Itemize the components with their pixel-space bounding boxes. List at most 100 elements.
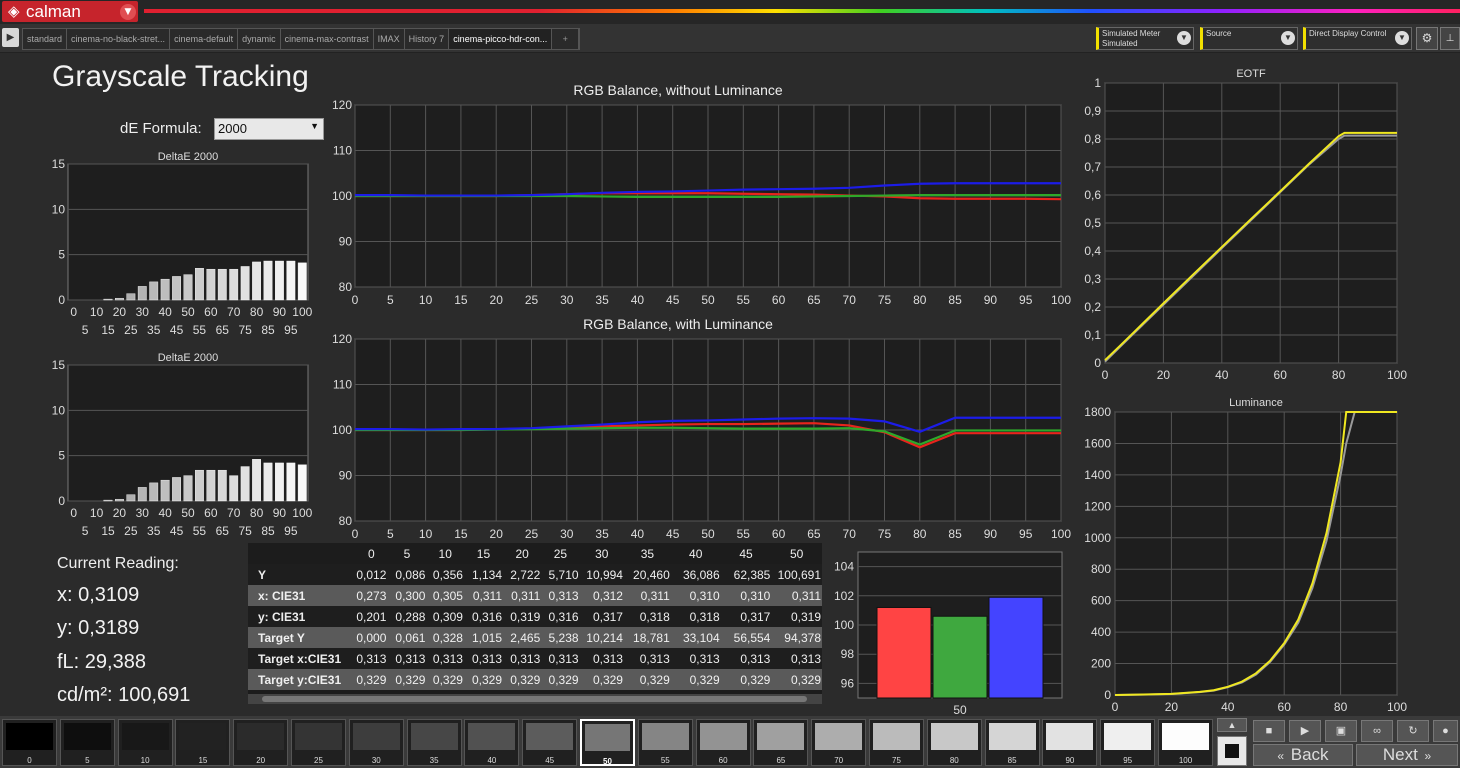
- swatch-60[interactable]: 60: [695, 719, 751, 766]
- gear-icon[interactable]: ⚙: [1416, 27, 1438, 50]
- swatch-label: 55: [660, 756, 670, 765]
- chevron-down-icon[interactable]: ▼: [1395, 31, 1409, 45]
- deltae-bar: [286, 462, 296, 502]
- tab-1[interactable]: cinema-no-black-stret...: [67, 29, 171, 49]
- next-button[interactable]: Next »: [1356, 744, 1458, 766]
- swatch-0[interactable]: 0: [2, 719, 57, 766]
- x-tick-label: 50: [181, 305, 195, 319]
- table-cell: 0,313: [463, 648, 503, 669]
- column-header: 15: [463, 543, 503, 564]
- deltae-bar: [240, 466, 250, 502]
- swatch-55[interactable]: 55: [637, 719, 693, 766]
- display-control-selector[interactable]: Direct Display Control ▼: [1303, 27, 1412, 50]
- record-icon[interactable]: ●: [1433, 720, 1458, 742]
- tab-0[interactable]: standard: [23, 29, 68, 49]
- table-cell: 18,781: [623, 627, 671, 648]
- table-row: y: CIE31 0,201 0,288 0,309 0,316 0,319 0,316 0,…: [248, 606, 822, 627]
- swatch-95[interactable]: 95: [1100, 719, 1156, 766]
- tab-7[interactable]: cinema-picco-hdr-con...: [449, 29, 553, 49]
- calman-logo-menu[interactable]: ◈ calman ▼: [2, 1, 138, 22]
- de-formula-label: dE Formula:: [120, 120, 202, 137]
- tab-scroll-arrow-icon[interactable]: ▶: [2, 28, 19, 47]
- measurement-grid: 0 5 10 15 20 25 30 35 40 45 50 Y 0,012 0,086 0,356 1,13…: [248, 543, 822, 690]
- table-scrollbar-thumb[interactable]: [262, 696, 807, 702]
- swatch-label: 95: [1123, 756, 1133, 765]
- x-tick-label: 80: [1332, 368, 1346, 382]
- loop-icon[interactable]: ∞: [1361, 720, 1393, 742]
- swatch-label: 50: [603, 757, 612, 766]
- swatch-label: 80: [949, 756, 959, 765]
- swatch-45[interactable]: 45: [522, 719, 578, 766]
- swatch-20[interactable]: 20: [233, 719, 289, 766]
- table-cell: 36,086: [670, 564, 721, 585]
- pin-icon[interactable]: ⊥: [1440, 27, 1460, 50]
- swatch-30[interactable]: 30: [348, 719, 404, 766]
- source-selector[interactable]: Source ▼: [1200, 27, 1298, 50]
- back-button[interactable]: « Back: [1253, 744, 1353, 766]
- tab-6[interactable]: History 7: [405, 29, 450, 49]
- x-tick-label: 75: [878, 293, 892, 307]
- tab-4[interactable]: cinema-max-contrast: [281, 29, 374, 49]
- swatch-80[interactable]: 80: [926, 719, 982, 766]
- de-formula-value: 2000: [218, 121, 247, 136]
- swatch-100[interactable]: 100: [1158, 719, 1213, 766]
- table-cell: 100,691: [771, 564, 822, 585]
- swatch-5[interactable]: 5: [59, 719, 115, 766]
- y-tick-label: 100: [332, 423, 352, 437]
- swatch-40[interactable]: 40: [464, 719, 520, 766]
- x-tick-label: 40: [1221, 700, 1235, 714]
- swatch-65[interactable]: 65: [753, 719, 809, 766]
- chevron-down-icon[interactable]: ▼: [1177, 31, 1191, 45]
- table-cell: 0,313: [355, 648, 388, 669]
- swatch-75[interactable]: 75: [869, 719, 924, 766]
- table-cell: 0,328: [426, 627, 464, 648]
- de-formula-select[interactable]: 2000 ▼: [214, 118, 324, 140]
- chart-title: RGB Balance, without Luminance: [573, 82, 783, 98]
- table-cell: 0,319: [771, 606, 822, 627]
- tab-3[interactable]: dynamic: [238, 29, 281, 49]
- swatch-90[interactable]: 90: [1042, 719, 1098, 766]
- x-tick-label: 100: [292, 506, 312, 520]
- refresh-icon[interactable]: ↻: [1397, 720, 1429, 742]
- swatch-15[interactable]: 15: [175, 719, 231, 766]
- swatch-85[interactable]: 85: [984, 719, 1040, 766]
- stop-button[interactable]: [1217, 736, 1247, 766]
- swatch-70[interactable]: 70: [811, 719, 867, 766]
- chevron-down-icon[interactable]: ▼: [120, 4, 136, 20]
- x-tick-label: 85: [261, 524, 275, 538]
- deltae-bar: [217, 268, 227, 301]
- add-tab-icon[interactable]: +: [552, 29, 580, 49]
- deltae-bar: [297, 464, 307, 502]
- stop-square-icon[interactable]: ■: [1253, 720, 1285, 742]
- table-cell: 2,722: [503, 564, 542, 585]
- swatch-25[interactable]: 25: [291, 719, 346, 766]
- deltae-bar: [229, 475, 239, 502]
- arrow-up-icon[interactable]: ▲: [1217, 718, 1247, 732]
- x-tick-label: 15: [101, 524, 115, 538]
- tab-2[interactable]: cinema-default: [170, 29, 239, 49]
- x-tick-label: 70: [227, 305, 241, 319]
- tab-5[interactable]: IMAX: [374, 29, 405, 49]
- y-tick-label: 0,4: [1084, 244, 1101, 258]
- x-tick-label: 40: [158, 305, 172, 319]
- play-icon[interactable]: ▶: [1289, 720, 1321, 742]
- y-tick-label: 0,8: [1084, 132, 1101, 146]
- column-header: 0: [355, 543, 388, 564]
- swatch-color: [930, 723, 978, 750]
- chevron-down-icon[interactable]: ▼: [1281, 31, 1295, 45]
- y-tick-label: 98: [841, 647, 855, 661]
- table-cell: 0,311: [771, 585, 822, 606]
- x-tick-label: 15: [454, 527, 468, 540]
- swatch-35[interactable]: 35: [406, 719, 462, 766]
- chart-title: EOTF: [1236, 68, 1266, 80]
- meter-selector[interactable]: Simulated Meter Simulated ▼: [1096, 27, 1194, 50]
- swatch-10[interactable]: 10: [117, 719, 173, 766]
- x-tick-label: 60: [772, 293, 786, 307]
- meter-value: Simulated: [1102, 39, 1138, 48]
- table-cell: 0,311: [463, 585, 503, 606]
- swatch-50[interactable]: 50: [580, 719, 635, 766]
- rainbow-divider: [144, 9, 1460, 13]
- save-icon[interactable]: ▣: [1325, 720, 1357, 742]
- swatch-color: [1104, 723, 1152, 750]
- x-tick-label: 20: [113, 305, 127, 319]
